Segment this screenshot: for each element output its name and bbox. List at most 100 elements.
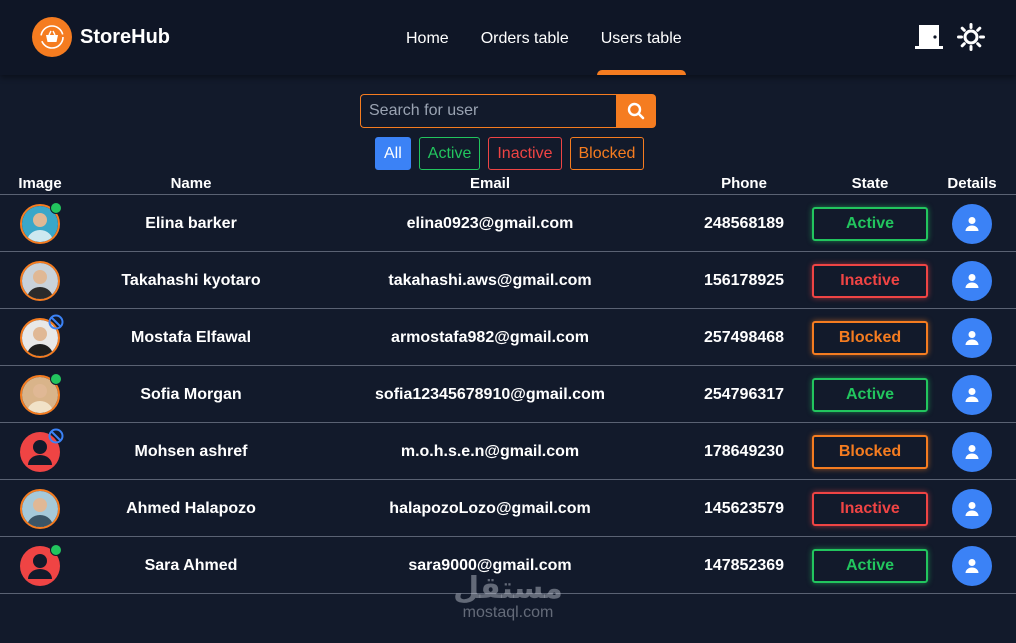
avatar-cell	[0, 309, 80, 366]
state-badge[interactable]: Blocked	[812, 434, 928, 469]
user-icon	[965, 501, 979, 516]
filter-group: All Active Inactive Blocked	[375, 137, 652, 170]
user-icon	[965, 558, 979, 573]
nav-users-link[interactable]: Users table	[585, 0, 698, 75]
user-phone: 156178925	[703, 271, 785, 289]
details-cell	[940, 366, 1004, 423]
user-name: Ahmed Halapozo	[126, 499, 256, 517]
filter-active-button[interactable]: Active	[418, 137, 481, 170]
user-phone: 145623579	[703, 499, 785, 517]
avatar-cell	[0, 423, 80, 480]
state-badge[interactable]: Active	[812, 377, 928, 412]
filter-inactive-button[interactable]: Inactive	[488, 137, 562, 170]
user-icon	[965, 444, 979, 459]
state-cell: Blocked	[810, 423, 930, 480]
table-row: Sofia Morgan sofia12345678910@gmail.com …	[0, 366, 1016, 423]
details-cell	[940, 252, 1004, 309]
user-details-button[interactable]	[952, 203, 992, 244]
user-details-button[interactable]	[952, 260, 992, 301]
table-row: Mohsen ashref m.o.h.s.e.n@gmail.com 1786…	[0, 423, 1016, 480]
user-details-button[interactable]	[952, 545, 992, 586]
user-email: elina0923@gmail.com	[406, 214, 574, 232]
header-image: Image	[18, 175, 62, 192]
online-status-dot	[50, 543, 62, 556]
table-row: Ahmed Halapozo halapozoLozo@gmail.com 14…	[0, 480, 1016, 537]
table-header: Image Name Email Phone State Details	[0, 172, 1016, 195]
filter-blocked-button[interactable]: Blocked	[569, 137, 645, 170]
avatar-cell	[0, 252, 80, 309]
user-email: armostafa982@gmail.com	[391, 328, 589, 346]
blocked-status-icon	[48, 314, 64, 329]
user-details-button[interactable]	[952, 374, 992, 415]
navbar: StoreHub Home Orders table Users table	[0, 0, 1016, 75]
state-badge[interactable]: Active	[812, 548, 928, 583]
user-phone: 257498468	[703, 328, 785, 346]
user-icon	[965, 387, 979, 402]
details-cell	[940, 480, 1004, 537]
header-details: Details	[947, 175, 997, 192]
filter-all-button[interactable]: All	[375, 137, 411, 170]
user-details-button[interactable]	[952, 317, 992, 358]
brand[interactable]: StoreHub	[32, 17, 170, 57]
state-cell: Blocked	[810, 309, 930, 366]
online-status-dot	[50, 201, 62, 214]
header-phone: Phone	[721, 175, 767, 192]
nav-links: Home Orders table Users table	[390, 0, 698, 75]
nav-home-link[interactable]: Home	[390, 0, 465, 75]
avatar	[20, 488, 60, 529]
state-cell: Active	[810, 195, 930, 252]
state-badge[interactable]: Inactive	[812, 491, 928, 526]
state-badge[interactable]: Active	[812, 206, 928, 241]
avatar-cell	[0, 195, 80, 252]
avatar-wrap	[20, 488, 60, 529]
nav-icons	[902, 23, 986, 51]
user-name: Mostafa Elfawal	[130, 328, 252, 346]
user-email: sofia12345678910@gmail.com	[375, 385, 605, 403]
user-name: Mohsen ashref	[134, 442, 248, 460]
watermark-latin: mostaql.com	[462, 604, 554, 621]
user-details-button[interactable]	[952, 431, 992, 472]
details-cell	[940, 195, 1004, 252]
sun-theme-icon[interactable]	[956, 23, 986, 51]
watermark: مستقل mostaql.com	[418, 574, 598, 622]
user-email: m.o.h.s.e.n@gmail.com	[400, 442, 580, 460]
state-badge[interactable]: Inactive	[812, 263, 928, 298]
details-cell	[940, 309, 1004, 366]
avatar-cell	[0, 366, 80, 423]
state-cell: Active	[810, 537, 930, 594]
user-email: halapozoLozo@gmail.com	[389, 499, 591, 517]
avatar-cell	[0, 480, 80, 537]
table-row: Elina barker elina0923@gmail.com 2485681…	[0, 195, 1016, 252]
state-badge[interactable]: Blocked	[812, 320, 928, 355]
details-cell	[940, 537, 1004, 594]
avatar-wrap	[20, 260, 60, 301]
avatar-wrap	[20, 201, 62, 244]
search-button[interactable]	[616, 94, 656, 128]
header-state: State	[851, 175, 889, 192]
state-cell: Active	[810, 366, 930, 423]
avatar-wrap	[20, 314, 64, 358]
header-name: Name	[170, 175, 212, 192]
search-input[interactable]	[360, 94, 616, 128]
door-logout-icon[interactable]	[914, 23, 944, 51]
nav-orders-link[interactable]: Orders table	[465, 0, 585, 75]
user-phone: 178649230	[703, 442, 785, 460]
user-details-button[interactable]	[952, 488, 992, 529]
user-name: Elina barker	[145, 214, 237, 232]
avatar-cell	[0, 537, 80, 594]
watermark-arabic: مستقل	[453, 571, 563, 606]
state-cell: Inactive	[810, 252, 930, 309]
user-email: takahashi.aws@gmail.com	[388, 271, 592, 289]
avatar-wrap	[20, 543, 62, 586]
search-box	[360, 94, 656, 128]
user-phone: 254796317	[703, 385, 785, 403]
online-status-dot	[50, 372, 62, 385]
brand-name: StoreHub	[80, 25, 170, 48]
basket-logo-icon	[32, 17, 72, 57]
user-icon	[965, 273, 979, 288]
avatar-wrap	[20, 372, 62, 415]
search-icon	[627, 102, 645, 120]
avatar-wrap	[20, 428, 64, 472]
table-row: Takahashi kyotaro takahashi.aws@gmail.co…	[0, 252, 1016, 309]
header-email: Email	[469, 175, 511, 192]
